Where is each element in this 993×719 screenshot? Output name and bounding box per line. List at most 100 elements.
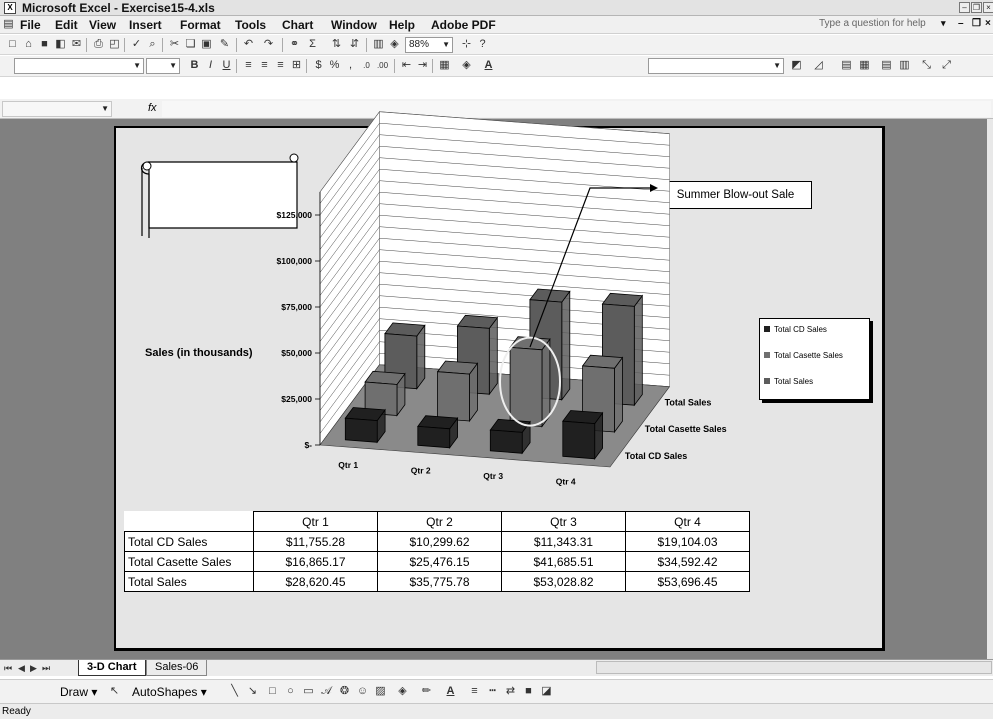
share-icon[interactable]: ⊹ [460, 38, 473, 51]
decrease-decimal-icon[interactable]: .00 [376, 59, 389, 72]
email-icon[interactable]: ✉ [70, 38, 83, 51]
new-icon[interactable]: □ [6, 38, 19, 51]
menu-chart[interactable]: Chart [282, 18, 313, 32]
line-icon[interactable]: ╲ [228, 685, 241, 698]
sheet-tab-sales-06[interactable]: Sales-06 [146, 660, 208, 676]
undo-icon[interactable]: ↶ [242, 38, 255, 51]
chart-objects-select[interactable]: ▼ [648, 58, 784, 74]
help-icon[interactable]: ? [476, 38, 489, 51]
bold-icon[interactable]: B [188, 59, 201, 72]
decrease-indent-icon[interactable]: ⇤ [400, 59, 413, 72]
scroll-shape[interactable] [137, 152, 302, 238]
align-left-icon[interactable]: ≡ [242, 59, 255, 72]
currency-icon[interactable]: $ [312, 59, 325, 72]
rectangle-icon[interactable]: □ [266, 685, 279, 698]
shadow-style-icon[interactable]: ■ [522, 685, 535, 698]
format-painter-icon[interactable]: ✎ [218, 38, 231, 51]
help-dropdown-icon[interactable]: ▾ [941, 18, 946, 29]
menu-adobe-pdf[interactable]: Adobe PDF [431, 18, 496, 32]
select-objects-icon[interactable]: ↖ [108, 685, 121, 698]
comma-style-icon[interactable]: , [344, 59, 357, 72]
data-table-icon[interactable]: ▦ [858, 59, 871, 72]
line-style-icon[interactable]: ≡ [468, 685, 481, 698]
menu-file[interactable]: File [20, 18, 41, 32]
save-icon[interactable]: ■ [38, 38, 51, 51]
format-chart-area-icon[interactable]: ◩ [790, 59, 803, 72]
chart-title[interactable]: Quarterly Sales Totals for 2006 [397, 143, 594, 167]
doc-minimize-icon[interactable]: – [958, 18, 964, 29]
horizontal-scrollbar[interactable] [596, 661, 992, 674]
research-icon[interactable]: ⌕ [146, 38, 159, 51]
arrow-icon[interactable]: ↘ [246, 685, 259, 698]
chart-type-icon[interactable]: ◿ [812, 59, 825, 72]
formula-input[interactable] [162, 101, 991, 117]
clip-art-icon[interactable]: ☺ [356, 685, 369, 698]
zoom-select[interactable]: 88% ▼ [405, 37, 453, 53]
restore-icon[interactable]: ❐ [971, 2, 982, 13]
help-search-input[interactable]: Type a question for help [819, 18, 926, 29]
fill-color-icon[interactable]: ◈ [460, 59, 473, 72]
copy-icon[interactable]: ❏ [184, 38, 197, 51]
align-right-icon[interactable]: ≡ [274, 59, 287, 72]
3d-style-icon[interactable]: ◪ [540, 685, 553, 698]
italic-icon[interactable]: I [204, 59, 217, 72]
vertical-scrollbar[interactable] [987, 119, 993, 659]
percent-icon[interactable]: % [328, 59, 341, 72]
excel-app-icon[interactable]: X [4, 2, 16, 14]
menu-help[interactable]: Help [389, 18, 415, 32]
menu-view[interactable]: View [89, 18, 116, 32]
chart-data-table[interactable]: Qtr 1 Qtr 2 Qtr 3 Qtr 4 Total CD Sales $… [124, 511, 750, 592]
font-name-select[interactable]: ▼ [14, 58, 144, 74]
chart-wizard-icon[interactable]: ▥ [372, 38, 385, 51]
by-row-icon[interactable]: ▤ [880, 59, 893, 72]
permission-icon[interactable]: ◧ [54, 38, 67, 51]
print-icon[interactable]: ⎙ [92, 38, 105, 51]
prev-sheet-icon[interactable]: ◀ [18, 663, 25, 674]
menu-tools[interactable]: Tools [235, 18, 266, 32]
drawing-icon[interactable]: ◈ [388, 38, 401, 51]
callout-box[interactable]: Summer Blow-out Sale [659, 181, 812, 209]
spelling-icon[interactable]: ✓ [130, 38, 143, 51]
cut-icon[interactable]: ✂ [168, 38, 181, 51]
chart-legend[interactable]: Total CD Sales Total Casette Sales Total… [759, 318, 870, 400]
print-preview-icon[interactable]: ◰ [108, 38, 121, 51]
angle-text-down-icon[interactable]: ⤡ [920, 59, 933, 72]
first-sheet-icon[interactable]: ⏮ [4, 663, 12, 674]
diagram-icon[interactable]: ❂ [338, 685, 351, 698]
dash-style-icon[interactable]: ┅ [486, 685, 499, 698]
open-icon[interactable]: ⌂ [22, 38, 35, 51]
increase-indent-icon[interactable]: ⇥ [416, 59, 429, 72]
paste-icon[interactable]: ▣ [200, 38, 213, 51]
textbox-icon[interactable]: ▭ [302, 685, 315, 698]
sheet-tab-3d-chart[interactable]: 3-D Chart [78, 660, 146, 676]
borders-icon[interactable]: ▦ [438, 59, 451, 72]
function-icon[interactable]: fx [148, 102, 157, 114]
name-box[interactable]: ▼ [2, 101, 112, 117]
line-color-icon[interactable]: ✏ [420, 685, 433, 698]
menu-edit[interactable]: Edit [55, 18, 78, 32]
doc-restore-icon[interactable]: ❐ [972, 18, 981, 29]
draw-menu-button[interactable]: Draw ▾ [60, 685, 97, 699]
last-sheet-icon[interactable]: ⏭ [42, 663, 50, 674]
menu-insert[interactable]: Insert [129, 18, 162, 32]
picture-icon[interactable]: ▨ [374, 685, 387, 698]
minimize-icon[interactable]: – [959, 2, 970, 13]
oval-icon[interactable]: ○ [284, 685, 297, 698]
doc-close-icon[interactable]: × [985, 18, 991, 29]
workbook-icon[interactable]: ▤ [2, 18, 15, 31]
angle-text-up-icon[interactable]: ⤢ [940, 59, 953, 72]
redo-icon[interactable]: ↷ [262, 38, 275, 51]
close-icon[interactable]: × [983, 2, 993, 13]
y-axis-title[interactable]: Sales (in thousands) [145, 347, 253, 359]
arrow-style-icon[interactable]: ⇄ [504, 685, 517, 698]
by-column-icon[interactable]: ▥ [898, 59, 911, 72]
font-color-draw-icon[interactable]: A [444, 685, 457, 698]
merge-center-icon[interactable]: ⊞ [290, 59, 303, 72]
fill-color-draw-icon[interactable]: ◈ [396, 685, 409, 698]
legend-icon[interactable]: ▤ [840, 59, 853, 72]
autoshapes-menu-button[interactable]: AutoShapes ▾ [132, 685, 207, 699]
menu-format[interactable]: Format [180, 18, 221, 32]
wordart-icon[interactable]: 𝒜 [320, 685, 333, 698]
align-center-icon[interactable]: ≡ [258, 59, 271, 72]
sort-descending-icon[interactable]: ⇵ [348, 38, 361, 51]
